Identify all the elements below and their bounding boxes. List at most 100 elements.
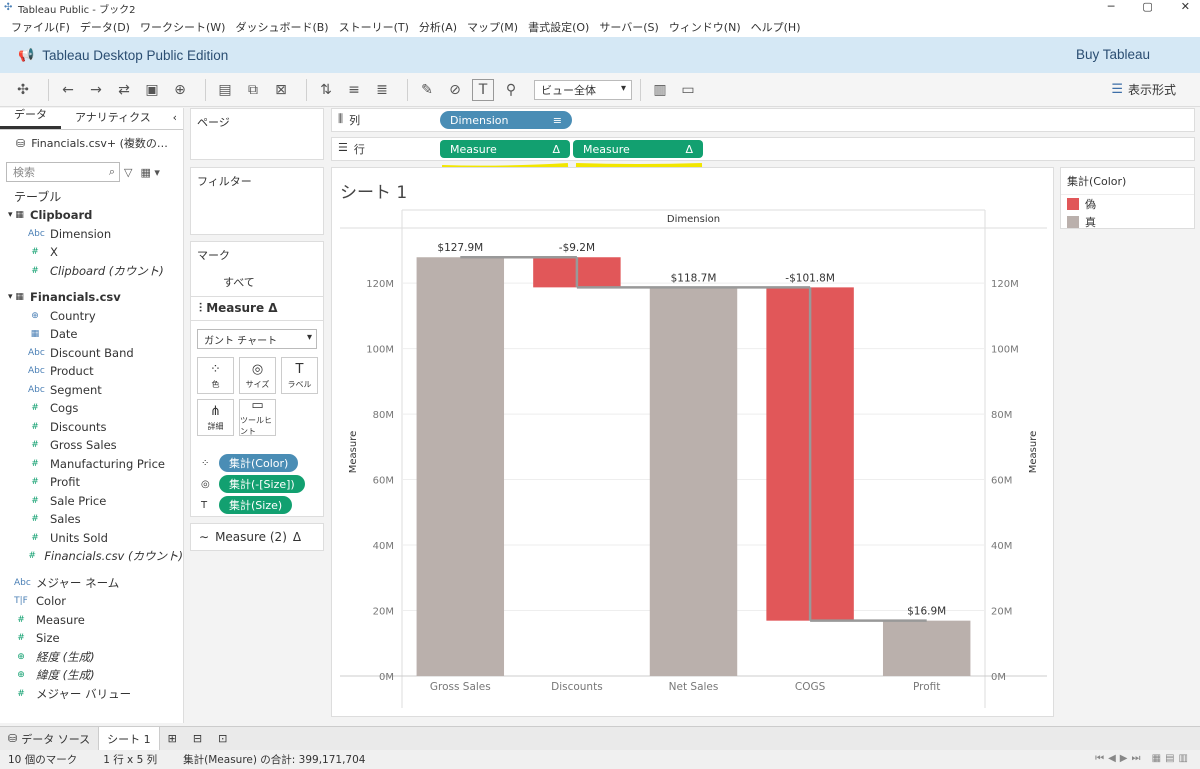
tooltip-button[interactable]: ▭ ツールヒント [239, 398, 276, 436]
field-segment[interactable]: Abc Segment [0, 381, 183, 400]
table-financials[interactable]: ▾ ▦ Financials.csv [0, 288, 183, 307]
sort-descending-icon[interactable]: ≣ [371, 79, 393, 101]
bar [649, 287, 738, 676]
field-latitude[interactable]: ⊕ 緯度 (生成) [0, 666, 183, 685]
duplicate-sheet-icon[interactable]: ⧉ [242, 79, 264, 101]
group-icon[interactable]: ⊘ [444, 79, 466, 101]
minimize-button[interactable]: ─ [1108, 0, 1115, 13]
menu-story[interactable]: ストーリー(T) [334, 19, 414, 35]
show-cards-icon[interactable]: ▥ [649, 79, 671, 101]
save-icon[interactable]: ▣ [141, 79, 163, 101]
filter-icon[interactable]: ▽ [124, 166, 132, 179]
field-date[interactable]: ▦ Date [0, 325, 183, 344]
field-search-input[interactable]: 検索 ⌕ [6, 162, 120, 182]
pages-card[interactable]: ページ [190, 108, 324, 160]
clear-sheet-icon[interactable]: ⊠ [270, 79, 292, 101]
tableau-icon[interactable]: ✣ [12, 79, 34, 101]
field-sales[interactable]: # Sales [0, 510, 183, 529]
presentation-icon[interactable]: ▭ [677, 79, 699, 101]
sheet1-tab[interactable]: シート 1 [98, 726, 160, 751]
field-financials-count[interactable]: # Financials.csv (カウント) [0, 547, 183, 566]
mark-type-select[interactable]: ガント チャート [197, 329, 317, 349]
swap-icon[interactable]: ⇅ [315, 79, 337, 101]
menu-server[interactable]: サーバー(S) [594, 19, 663, 35]
marks-all-tab[interactable]: すべて [191, 268, 323, 296]
legend-item-true[interactable]: 真 [1061, 213, 1194, 231]
data-source-tab[interactable]: ⛁ データ ソース [0, 727, 98, 751]
size-button[interactable]: ◎ サイズ [239, 357, 276, 394]
color-pill[interactable]: 集計(Color) [219, 454, 299, 472]
y-tick-label-right: 40M [991, 541, 1012, 552]
label-pill[interactable]: 集計(Size) [219, 496, 293, 514]
menu-format[interactable]: 書式設定(O) [523, 19, 594, 35]
field-cogs[interactable]: # Cogs [0, 399, 183, 418]
table-clipboard[interactable]: ▾ ▦ Clipboard [0, 206, 183, 225]
field-clipboard-count[interactable]: # Clipboard (カウント) [0, 262, 183, 281]
field-manufacturing-price[interactable]: # Manufacturing Price [0, 455, 183, 474]
menu-data[interactable]: データ(D) [75, 19, 135, 35]
field-size[interactable]: # Size [0, 629, 183, 648]
tab-analytics[interactable]: アナリティクス [61, 109, 165, 129]
field-product[interactable]: Abc Product [0, 362, 183, 381]
field-x[interactable]: # X [0, 243, 183, 262]
new-dashboard-icon[interactable]: ⊟ [185, 727, 210, 751]
buy-tableau-link[interactable]: Buy Tableau [1076, 47, 1150, 62]
tableau-logo-icon: ✣ [4, 2, 13, 13]
field-dimension[interactable]: Abc Dimension [0, 225, 183, 244]
label-button[interactable]: T ラベル [281, 357, 318, 394]
show-me-icon: ☰ [1111, 82, 1123, 97]
data-source-item[interactable]: ⛁ Financials.csv+ (複数の… [0, 130, 183, 156]
menu-help[interactable]: ヘルプ(H) [746, 19, 806, 35]
y-axis-label-right: Measure [1028, 431, 1039, 474]
show-labels-icon[interactable]: T [472, 78, 494, 101]
new-story-icon[interactable]: ⊡ [210, 727, 235, 751]
field-measure[interactable]: # Measure [0, 611, 183, 630]
tab-data[interactable]: データ [0, 106, 61, 129]
field-discounts[interactable]: # Discounts [0, 418, 183, 437]
highlight-icon[interactable]: ✎ [416, 79, 438, 101]
field-measure-values[interactable]: # メジャー バリュー [0, 685, 183, 704]
menu-file[interactable]: ファイル(F) [6, 19, 75, 35]
size-pill[interactable]: 集計(-[Size]) [219, 475, 305, 493]
fit-select[interactable]: ビュー全体 [534, 79, 632, 100]
filters-card[interactable]: フィルター [190, 167, 324, 235]
field-profit[interactable]: # Profit [0, 473, 183, 492]
menu-dashboard[interactable]: ダッシュボード(B) [230, 19, 333, 35]
view-options-icon[interactable]: ▦ ▾ [140, 166, 159, 179]
menu-window[interactable]: ウィンドウ(N) [664, 19, 746, 35]
field-units-sold[interactable]: # Units Sold [0, 529, 183, 548]
color-button[interactable]: ⁘ 色 [197, 357, 234, 394]
sheet-nav-icons[interactable]: ⏮◀▶⏭ ▦▤▥ [1095, 753, 1192, 764]
pin-icon[interactable]: ⚲ [500, 79, 522, 101]
columns-shelf: ⫼ 列 Dimension ≡ [331, 108, 1195, 132]
new-datasource-icon[interactable]: ⊕ [169, 79, 191, 101]
menu-analysis[interactable]: 分析(A) [414, 19, 462, 35]
field-color[interactable]: T|F Color [0, 592, 183, 611]
new-worksheet-icon[interactable]: ⊞ [160, 727, 185, 751]
maximize-button[interactable]: ▢ [1142, 0, 1152, 13]
waterfall-chart: Dimension Measure Measure 0M 0M 20M 20M 40M 40M 6… [340, 209, 1047, 708]
field-sale-price[interactable]: # Sale Price [0, 492, 183, 511]
menu-map[interactable]: マップ(M) [462, 19, 523, 35]
legend-item-false[interactable]: 偽 [1061, 195, 1194, 213]
field-discount-band[interactable]: Abc Discount Band [0, 344, 183, 363]
marks-measure2-tab[interactable]: ∼ Measure (2) Δ [190, 523, 324, 551]
show-me-button[interactable]: ☰ 表示形式 [1111, 81, 1176, 98]
field-longitude[interactable]: ⊕ 経度 (生成) [0, 648, 183, 667]
field-measure-names[interactable]: Abc メジャー ネーム [0, 574, 183, 593]
menu-worksheet[interactable]: ワークシート(W) [135, 19, 230, 35]
redo-icon[interactable]: → [85, 79, 107, 101]
undo-icon[interactable]: ← [57, 79, 79, 101]
field-gross-sales[interactable]: # Gross Sales [0, 436, 183, 455]
new-worksheet-icon[interactable]: ▤ [214, 79, 236, 101]
columns-dimension-pill[interactable]: Dimension ≡ [440, 111, 572, 129]
collapse-icon[interactable]: ‹ [173, 111, 177, 124]
sort-ascending-icon[interactable]: ≡ [343, 79, 365, 101]
status-rowscols: 1 行 x 5 列 [103, 754, 158, 766]
field-country[interactable]: ⊕ Country [0, 307, 183, 326]
marks-measure-tab[interactable]: ⫶ Measure Δ [191, 296, 323, 321]
replay-icon[interactable]: ⇄ [113, 79, 135, 101]
datasource-icon: ⛁ [16, 136, 26, 150]
detail-button[interactable]: ⋔ 詳細 [197, 399, 234, 436]
close-button[interactable]: ✕ [1181, 0, 1190, 13]
